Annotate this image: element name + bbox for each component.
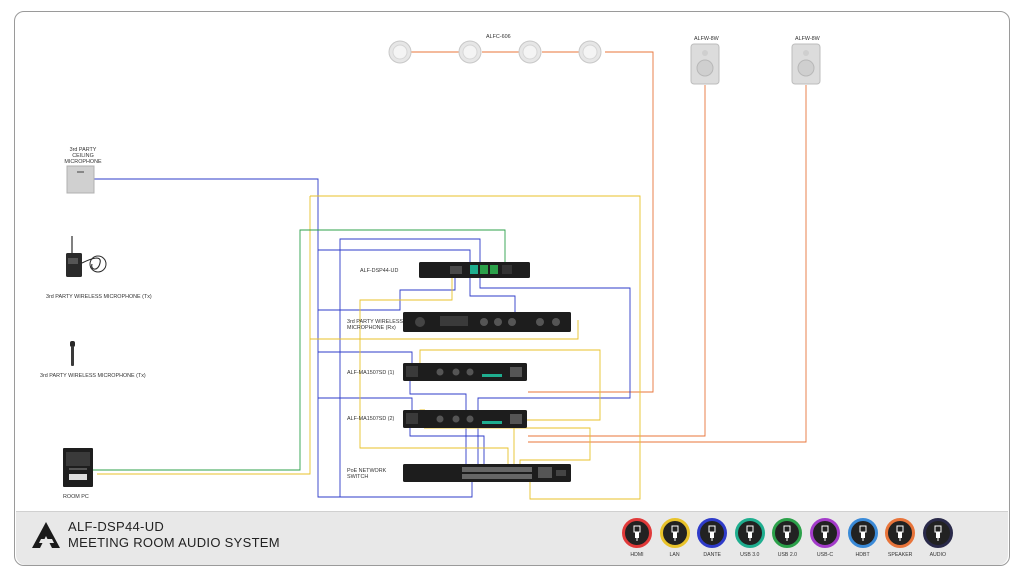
connection-diagram [63, 40, 821, 500]
lan-cable-pc [97, 196, 311, 475]
speaker-cable-ceiling [528, 51, 654, 393]
legend-item-usb-3-0: USB 3.0 [730, 518, 770, 558]
lan-cable-1 [310, 195, 641, 500]
wall-speaker-1 [690, 43, 720, 85]
legend-label: SPEAKER [887, 552, 913, 558]
legend-item-usb-c: USB-C [805, 518, 845, 558]
hdmi-icon [622, 518, 652, 548]
speaker-cable-wall2 [528, 85, 807, 443]
legend-label: LAN [669, 552, 680, 558]
amp-1-label: ALF-MA1507SD (1) [347, 370, 395, 376]
amplifier-1 [403, 363, 527, 381]
legend-label: USB 3.0 [740, 552, 760, 558]
legend-label: USB 2.0 [777, 552, 798, 558]
legend-label: DANTE [703, 552, 721, 558]
wireless-handheld [70, 341, 75, 366]
wall-speaker-1-label: ALFW-8W [694, 36, 719, 42]
dante-cable-ceilingmic [94, 178, 473, 498]
usb3-icon [734, 518, 765, 548]
legend-item-hdmi: HDMI [617, 518, 657, 558]
dante-cable-rx [318, 278, 456, 311]
wall-speaker-2-label: ALFW-8W [795, 36, 820, 42]
wireless-receiver-unit [403, 312, 571, 332]
legend-item-hdbt: HDBT [843, 518, 883, 558]
hdbt-icon [847, 518, 878, 548]
audio-icon [922, 518, 953, 548]
footer-title-line2: MEETING ROOM AUDIO SYSTEM [68, 535, 280, 550]
usb2-icon [772, 518, 803, 548]
ceiling-speaker-label: ALFC-606 [486, 34, 511, 40]
legend-item-audio: AUDIO [918, 518, 958, 558]
dsp-unit [419, 262, 530, 278]
legend-label: AUDIO [929, 552, 947, 558]
legend-item-lan: LAN [655, 518, 695, 558]
wireless-bodypack [66, 236, 107, 277]
legend-item-usb-2-0: USB 2.0 [767, 518, 807, 558]
wall-speaker-2 [791, 43, 821, 85]
dante-cable-amp2 [318, 397, 413, 415]
switch-label: PoE NETWORK SWITCH [347, 468, 387, 480]
bodypack-label: 3rd PARTY WIRELESS MICROPHONE (Tx) [46, 294, 152, 300]
speaker-icon [885, 518, 916, 548]
legend-item-dante: DANTE [692, 518, 732, 558]
handheld-label: 3rd PARTY WIRELESS MICROPHONE (Tx) [40, 373, 146, 379]
brand-logo-icon [32, 522, 60, 548]
dsp-label: ALF-DSP44-UD [360, 268, 399, 274]
legend-label: HDMI [630, 552, 644, 558]
legend-label: USB-C [816, 552, 834, 558]
dante-cable-dsp-b [318, 249, 516, 316]
wireless-rx-label: 3rd PARTY WIRELESS MICROPHONE (Rx) [347, 319, 404, 331]
footer-title-line1: ALF-DSP44-UD [68, 519, 165, 534]
amp-2-label: ALF-MA1507SD (2) [347, 416, 395, 422]
room-pc [63, 448, 93, 487]
ceiling-mic-label: 3rd PARTY CEILING MICROPHONE [64, 147, 102, 165]
dante-cable-amp1 [318, 351, 413, 372]
amplifier-2 [403, 410, 527, 428]
network-switch [403, 464, 571, 482]
dante-icon [697, 518, 728, 548]
legend-label: HDBT [855, 552, 870, 558]
usbc-icon [810, 518, 840, 548]
speaker-cable-wall1 [528, 85, 706, 437]
room-pc-label: ROOM PC [63, 494, 89, 500]
lan-icon [659, 518, 690, 548]
legend-item-speaker: SPEAKER [880, 518, 920, 558]
ceiling-microphone [66, 165, 95, 194]
